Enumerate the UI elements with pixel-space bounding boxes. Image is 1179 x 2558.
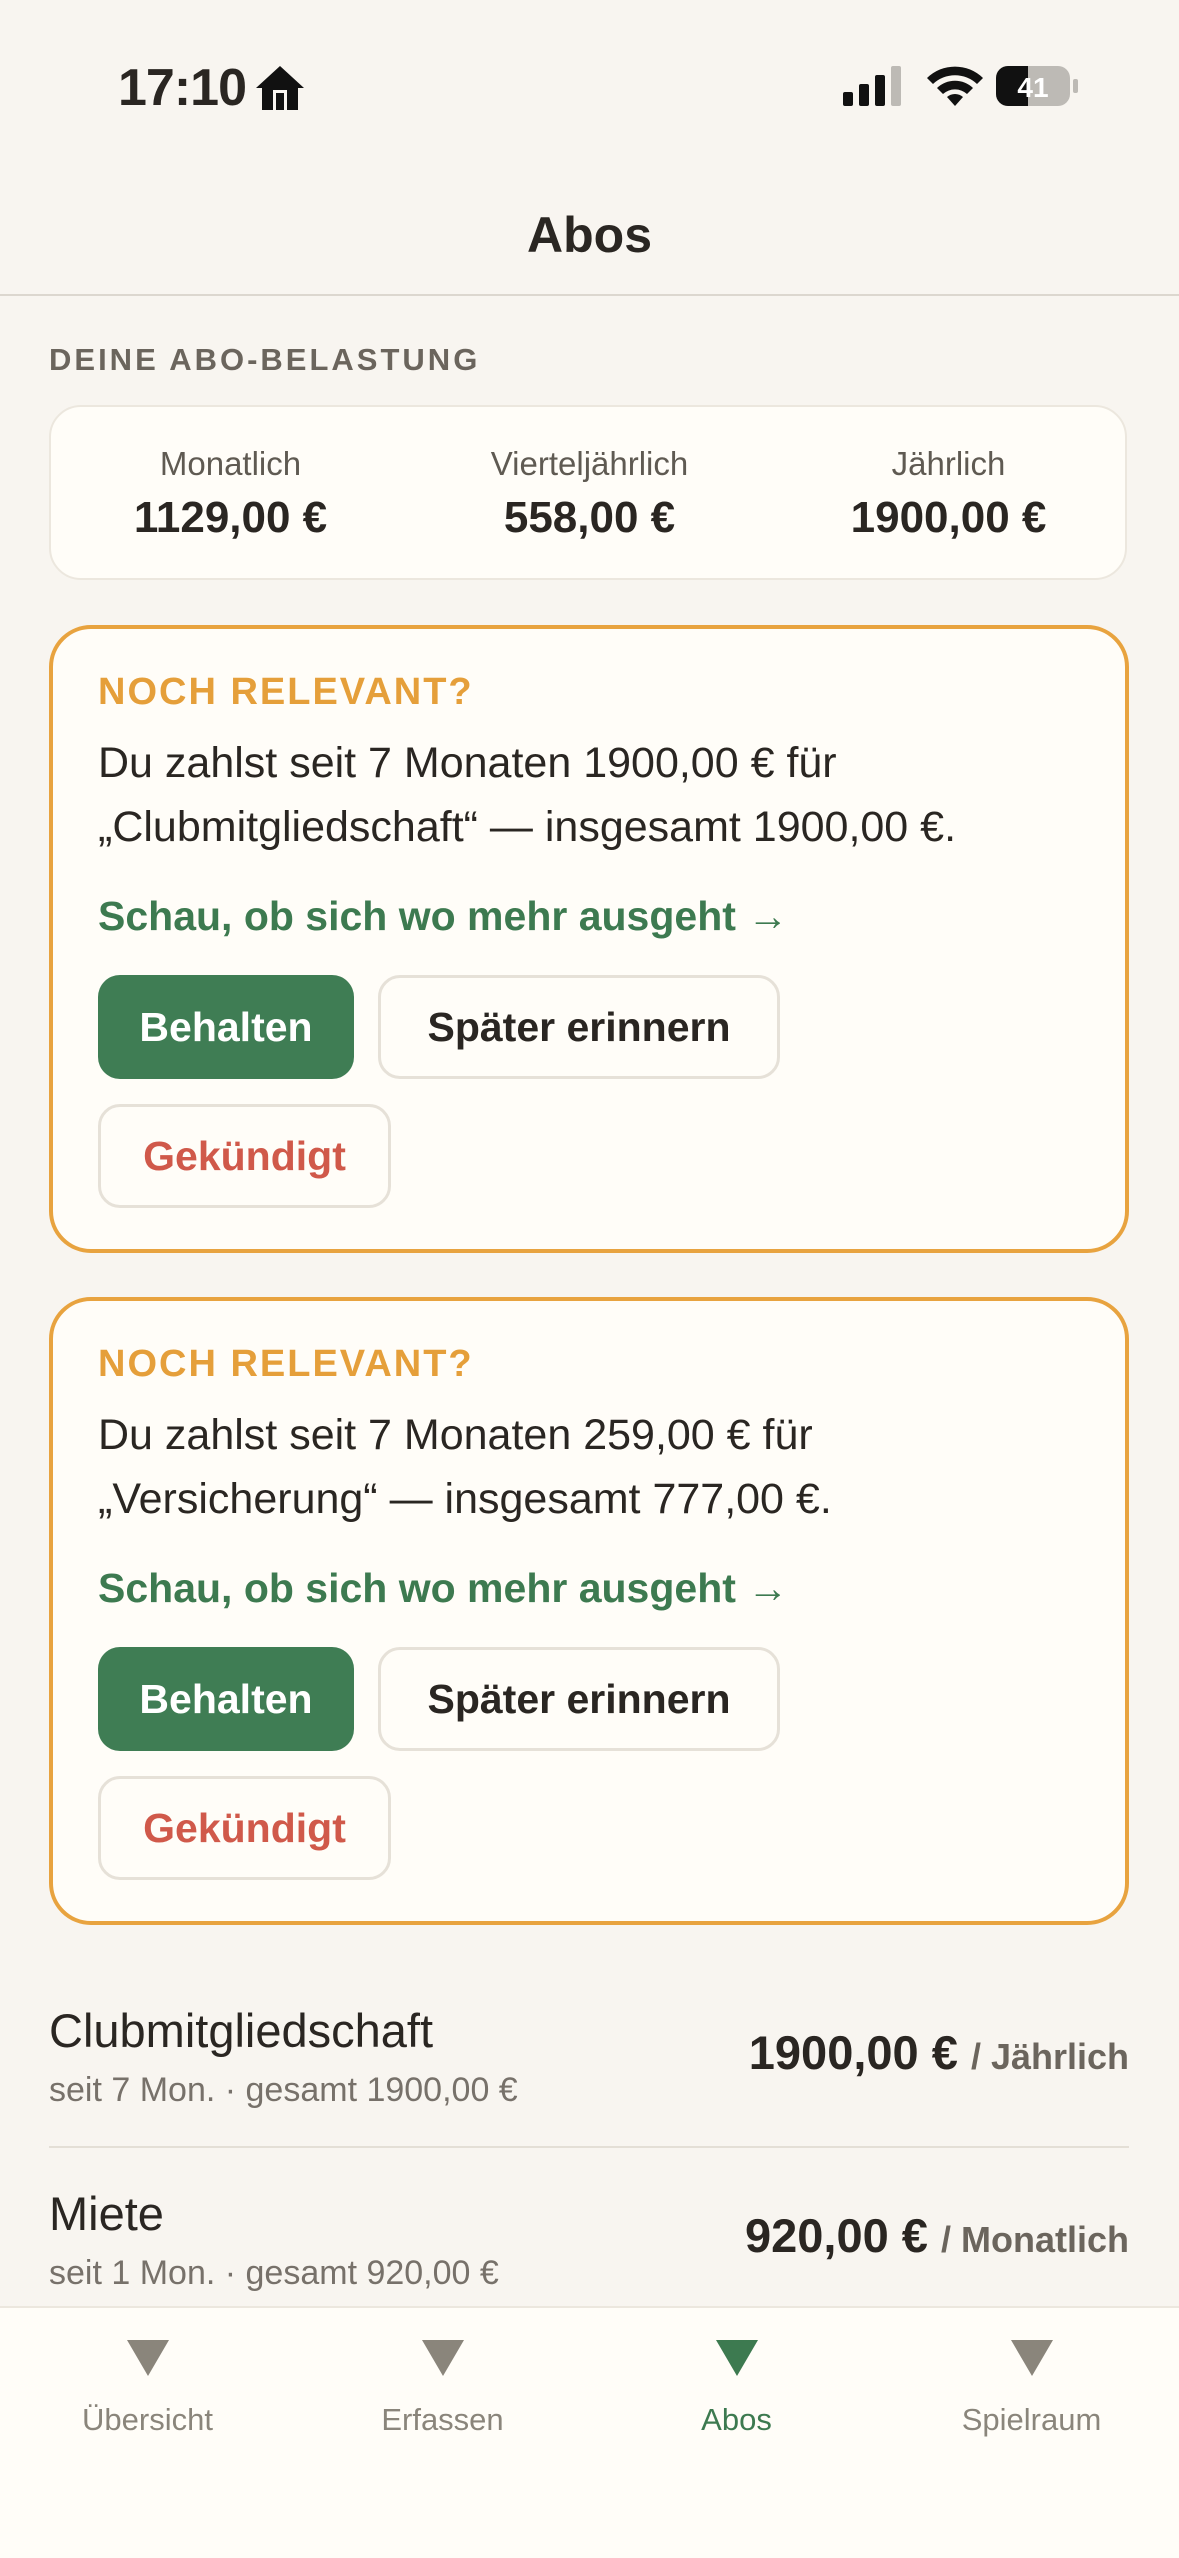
triangle-down-icon [1010, 2340, 1053, 2376]
keep-button[interactable]: Behalten [98, 975, 354, 1079]
tab-bar: Übersicht Erfassen Abos Spielraum [0, 2306, 1179, 2558]
remind-later-button[interactable]: Später erinnern [378, 1647, 780, 1751]
subscription-details: seit 1 Mon. · gesamt 920,00 € [49, 2254, 499, 2292]
wifi-icon [927, 66, 983, 106]
subscription-price: 1900,00 € / Jährlich [749, 2025, 1129, 2080]
summary-card: Monatlich 1129,00 € Vierteljährlich 558,… [49, 405, 1127, 580]
triangle-down-icon [715, 2340, 758, 2376]
subscription-price: 920,00 € / Monatlich [745, 2208, 1129, 2263]
tab-label: Übersicht [82, 2402, 213, 2437]
explore-link[interactable]: Schau, ob sich wo mehr ausgeht → [98, 893, 788, 940]
price-period: / Jährlich [970, 2036, 1129, 2077]
cancelled-button[interactable]: Gekündigt [98, 1776, 391, 1880]
card-text: Du zahlst seit 7 Monaten 259,00 € für „V… [98, 1411, 832, 1523]
battery-icon: 41 [996, 64, 1080, 108]
summary-label: Jährlich [891, 445, 1006, 482]
subscription-name: Clubmitgliedschaft [49, 2004, 434, 2057]
remind-later-button[interactable]: Später erinnern [378, 975, 780, 1079]
card-kicker: NOCH RELEVANT? [98, 671, 474, 713]
card-kicker: NOCH RELEVANT? [98, 1343, 474, 1385]
explore-link[interactable]: Schau, ob sich wo mehr ausgeht → [98, 1565, 788, 1612]
triangle-down-icon [126, 2340, 169, 2376]
page-title: Abos [527, 207, 652, 263]
summary-value: 558,00 € [503, 493, 676, 542]
keep-button[interactable]: Behalten [98, 1647, 354, 1751]
home-icon [256, 66, 304, 110]
tab-capture[interactable]: Erfassen [295, 2340, 590, 2438]
relevance-card: NOCH RELEVANT? Du zahlst seit 7 Monaten … [49, 625, 1129, 1253]
status-bar: 17:10 41 [0, 0, 1179, 170]
subscription-details: seit 7 Mon. · gesamt 1900,00 € [49, 2071, 518, 2109]
relevance-card: NOCH RELEVANT? Du zahlst seit 7 Monaten … [49, 1297, 1129, 1925]
summary-value: 1900,00 € [850, 493, 1047, 542]
summary-value: 1129,00 € [133, 493, 328, 542]
status-time: 17:10 [118, 59, 247, 117]
summary-label: Monatlich [159, 445, 302, 482]
summary-quarterly: Vierteljährlich 558,00 € [410, 445, 769, 543]
list-divider [49, 2146, 1129, 2148]
triangle-down-icon [421, 2340, 464, 2376]
summary-monthly: Monatlich 1129,00 € [51, 445, 410, 543]
price-amount: 1900,00 € [748, 2026, 958, 2079]
tab-label: Erfassen [381, 2402, 504, 2437]
tab-spielraum[interactable]: Spielraum [884, 2340, 1179, 2438]
subscription-row[interactable]: Clubmitgliedschaft seit 7 Mon. · gesamt … [49, 2003, 1129, 2163]
tab-label: Spielraum [961, 2402, 1102, 2437]
price-period: / Monatlich [941, 2219, 1129, 2260]
tab-abos[interactable]: Abos [589, 2340, 884, 2438]
cancelled-button[interactable]: Gekündigt [98, 1104, 391, 1208]
price-amount: 920,00 € [744, 2209, 928, 2262]
summary-label: Vierteljährlich [490, 445, 689, 482]
nav-bar: Abos [0, 170, 1179, 296]
tab-label: Abos [701, 2402, 772, 2437]
tab-overview[interactable]: Übersicht [0, 2340, 295, 2438]
battery-level: 41 [1017, 72, 1048, 103]
subscription-name: Miete [49, 2187, 164, 2240]
cellular-signal-icon [843, 66, 901, 106]
card-text: Du zahlst seit 7 Monaten 1900,00 € für „… [98, 739, 957, 851]
summary-yearly: Jährlich 1900,00 € [769, 445, 1128, 543]
summary-section-label: DEINE ABO-BELASTUNG [49, 342, 481, 377]
